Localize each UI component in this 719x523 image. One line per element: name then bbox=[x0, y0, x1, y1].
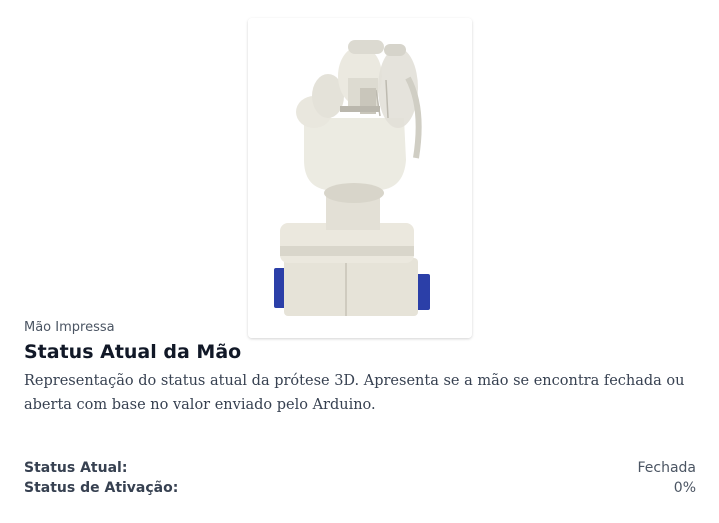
card-description: Representação do status atual da prótese… bbox=[24, 373, 685, 413]
status-current-row: Status Atual: Fechada bbox=[24, 458, 696, 478]
status-activation-row: Status de Ativação: 0% bbox=[24, 478, 696, 498]
card-title: Status Atual da Mão bbox=[24, 341, 242, 363]
prosthetic-hand-image bbox=[248, 18, 472, 338]
status-current-label: Status Atual: bbox=[24, 460, 128, 476]
status-activation-value: 0% bbox=[673, 480, 696, 496]
card-eyebrow: Mão Impressa bbox=[24, 320, 115, 335]
hand-image-card bbox=[248, 18, 472, 338]
status-current-value: Fechada bbox=[637, 460, 696, 476]
status-activation-label: Status de Ativação: bbox=[24, 480, 179, 496]
